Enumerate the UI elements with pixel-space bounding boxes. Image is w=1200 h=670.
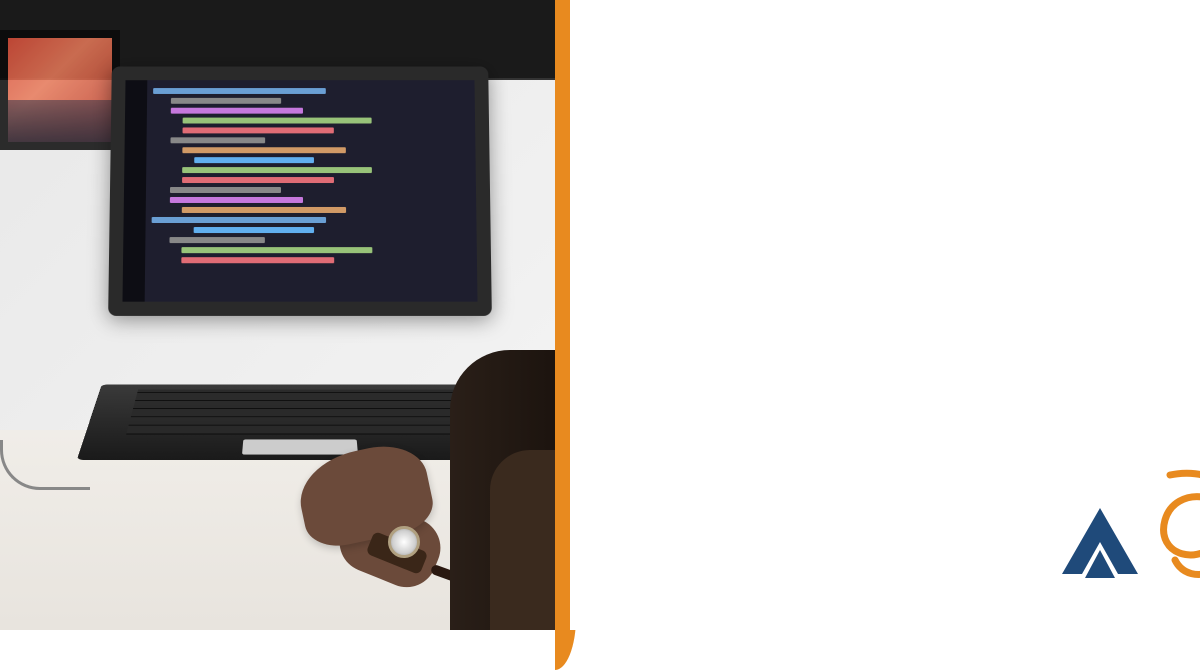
brand-logo-icon [1050, 500, 1150, 590]
person-arm-right [450, 350, 570, 630]
code-editor-area [151, 88, 470, 294]
watch-face [388, 526, 420, 558]
banner-container: Frequently Used Useful VBScript Function… [0, 0, 1200, 630]
framed-picture [0, 30, 120, 150]
laptop-screen [108, 67, 492, 316]
text-panel: Frequently Used Useful VBScript Function… [570, 0, 1200, 630]
editor-sidebar [122, 80, 147, 301]
trackpad [242, 439, 358, 454]
photo-panel [0, 0, 570, 630]
